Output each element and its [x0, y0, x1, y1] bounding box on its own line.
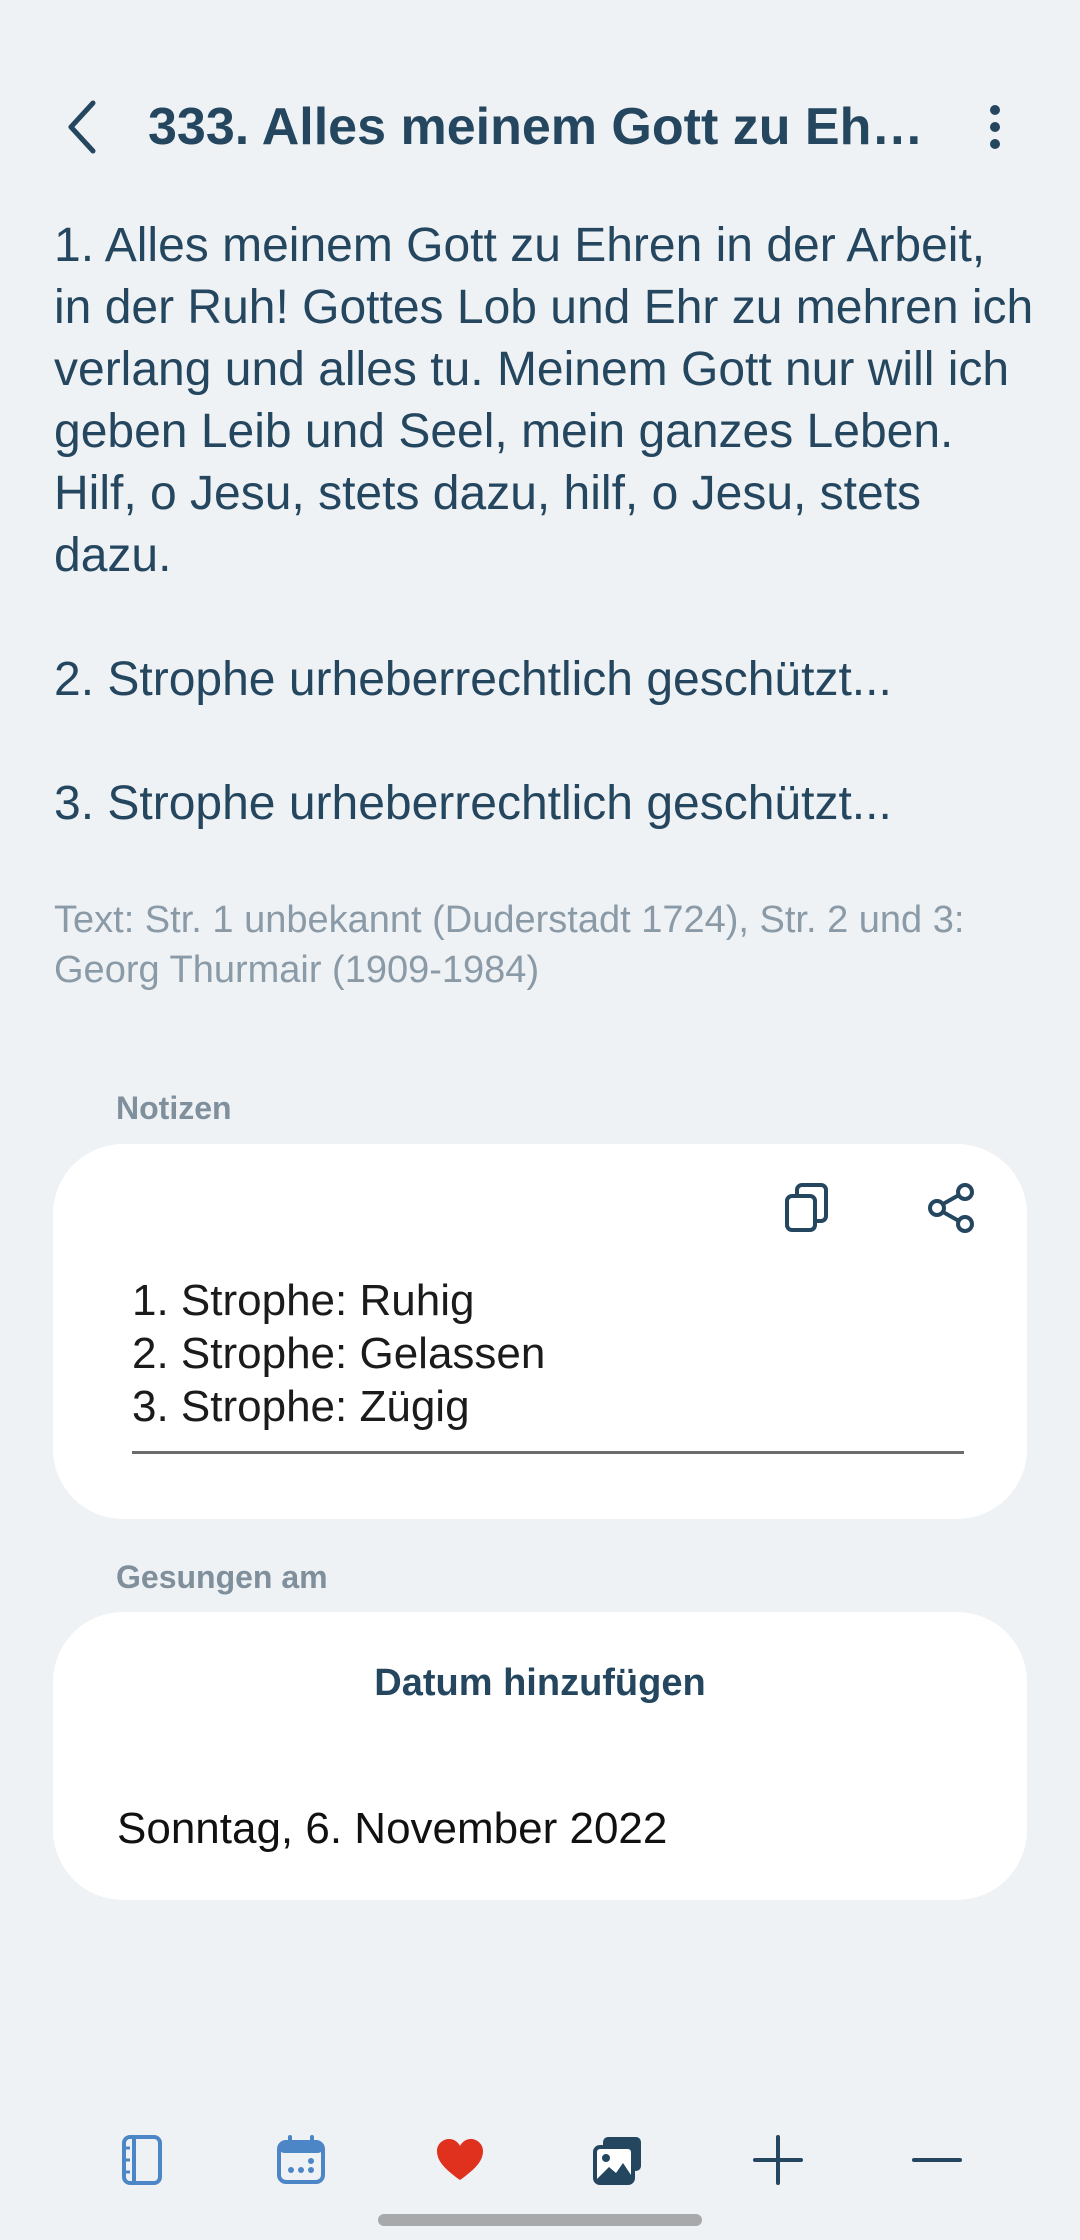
share-icon — [928, 1183, 974, 1233]
minus-icon — [912, 2158, 962, 2162]
nav-gallery-button[interactable] — [578, 2120, 658, 2200]
share-button[interactable] — [911, 1168, 991, 1248]
add-date-button[interactable]: Datum hinzufügen — [53, 1662, 1027, 1705]
screen: 333. Alles meinem Gott zu Ehren 1. Alles… — [0, 0, 1080, 2240]
nav-book-button[interactable] — [102, 2120, 182, 2200]
more-vertical-icon — [990, 105, 1000, 149]
back-button[interactable] — [48, 92, 118, 162]
copy-icon — [785, 1183, 828, 1232]
heart-icon — [437, 2139, 483, 2180]
app-header: 333. Alles meinem Gott zu Ehren — [0, 82, 1080, 172]
verse-1: 1. Alles meinem Gott zu Ehren in der Arb… — [54, 219, 1047, 582]
calendar-icon — [277, 2135, 325, 2184]
lyrics-text: 1. Alles meinem Gott zu Ehren in der Arb… — [54, 215, 1034, 835]
sung-on-label: Gesungen am — [116, 1559, 328, 1595]
notes-label: Notizen — [116, 1090, 232, 1126]
verse-2: 2. Strophe urheberrechtlich geschützt... — [54, 653, 892, 706]
sung-on-card: Datum hinzufügen Sonntag, 6. November 20… — [53, 1612, 1027, 1900]
notes-input-underline — [132, 1451, 964, 1454]
home-indicator[interactable] — [378, 2214, 702, 2226]
bottom-navigation — [0, 2120, 1080, 2200]
book-icon — [122, 2135, 162, 2185]
plus-icon — [753, 2135, 803, 2185]
notes-input[interactable]: 1. Strophe: Ruhig 2. Strophe: Gelassen 3… — [132, 1274, 962, 1433]
nav-remove-button[interactable] — [897, 2120, 977, 2200]
nav-calendar-button[interactable] — [261, 2120, 341, 2200]
notes-card: 1. Strophe: Ruhig 2. Strophe: Gelassen 3… — [53, 1144, 1027, 1519]
copy-button[interactable] — [767, 1168, 847, 1248]
text-source: Text: Str. 1 unbekannt (Duderstadt 1724)… — [54, 899, 965, 991]
gallery-icon — [593, 2137, 641, 2185]
verse-3: 3. Strophe urheberrechtlich geschützt... — [54, 777, 892, 830]
nav-add-button[interactable] — [738, 2120, 818, 2200]
more-options-button[interactable] — [960, 92, 1030, 162]
back-chevron-icon — [68, 100, 96, 154]
sung-date-entry[interactable]: Sonntag, 6. November 2022 — [117, 1804, 667, 1854]
page-title: 333. Alles meinem Gott zu Ehren — [148, 98, 938, 156]
nav-favorite-button[interactable] — [420, 2120, 500, 2200]
